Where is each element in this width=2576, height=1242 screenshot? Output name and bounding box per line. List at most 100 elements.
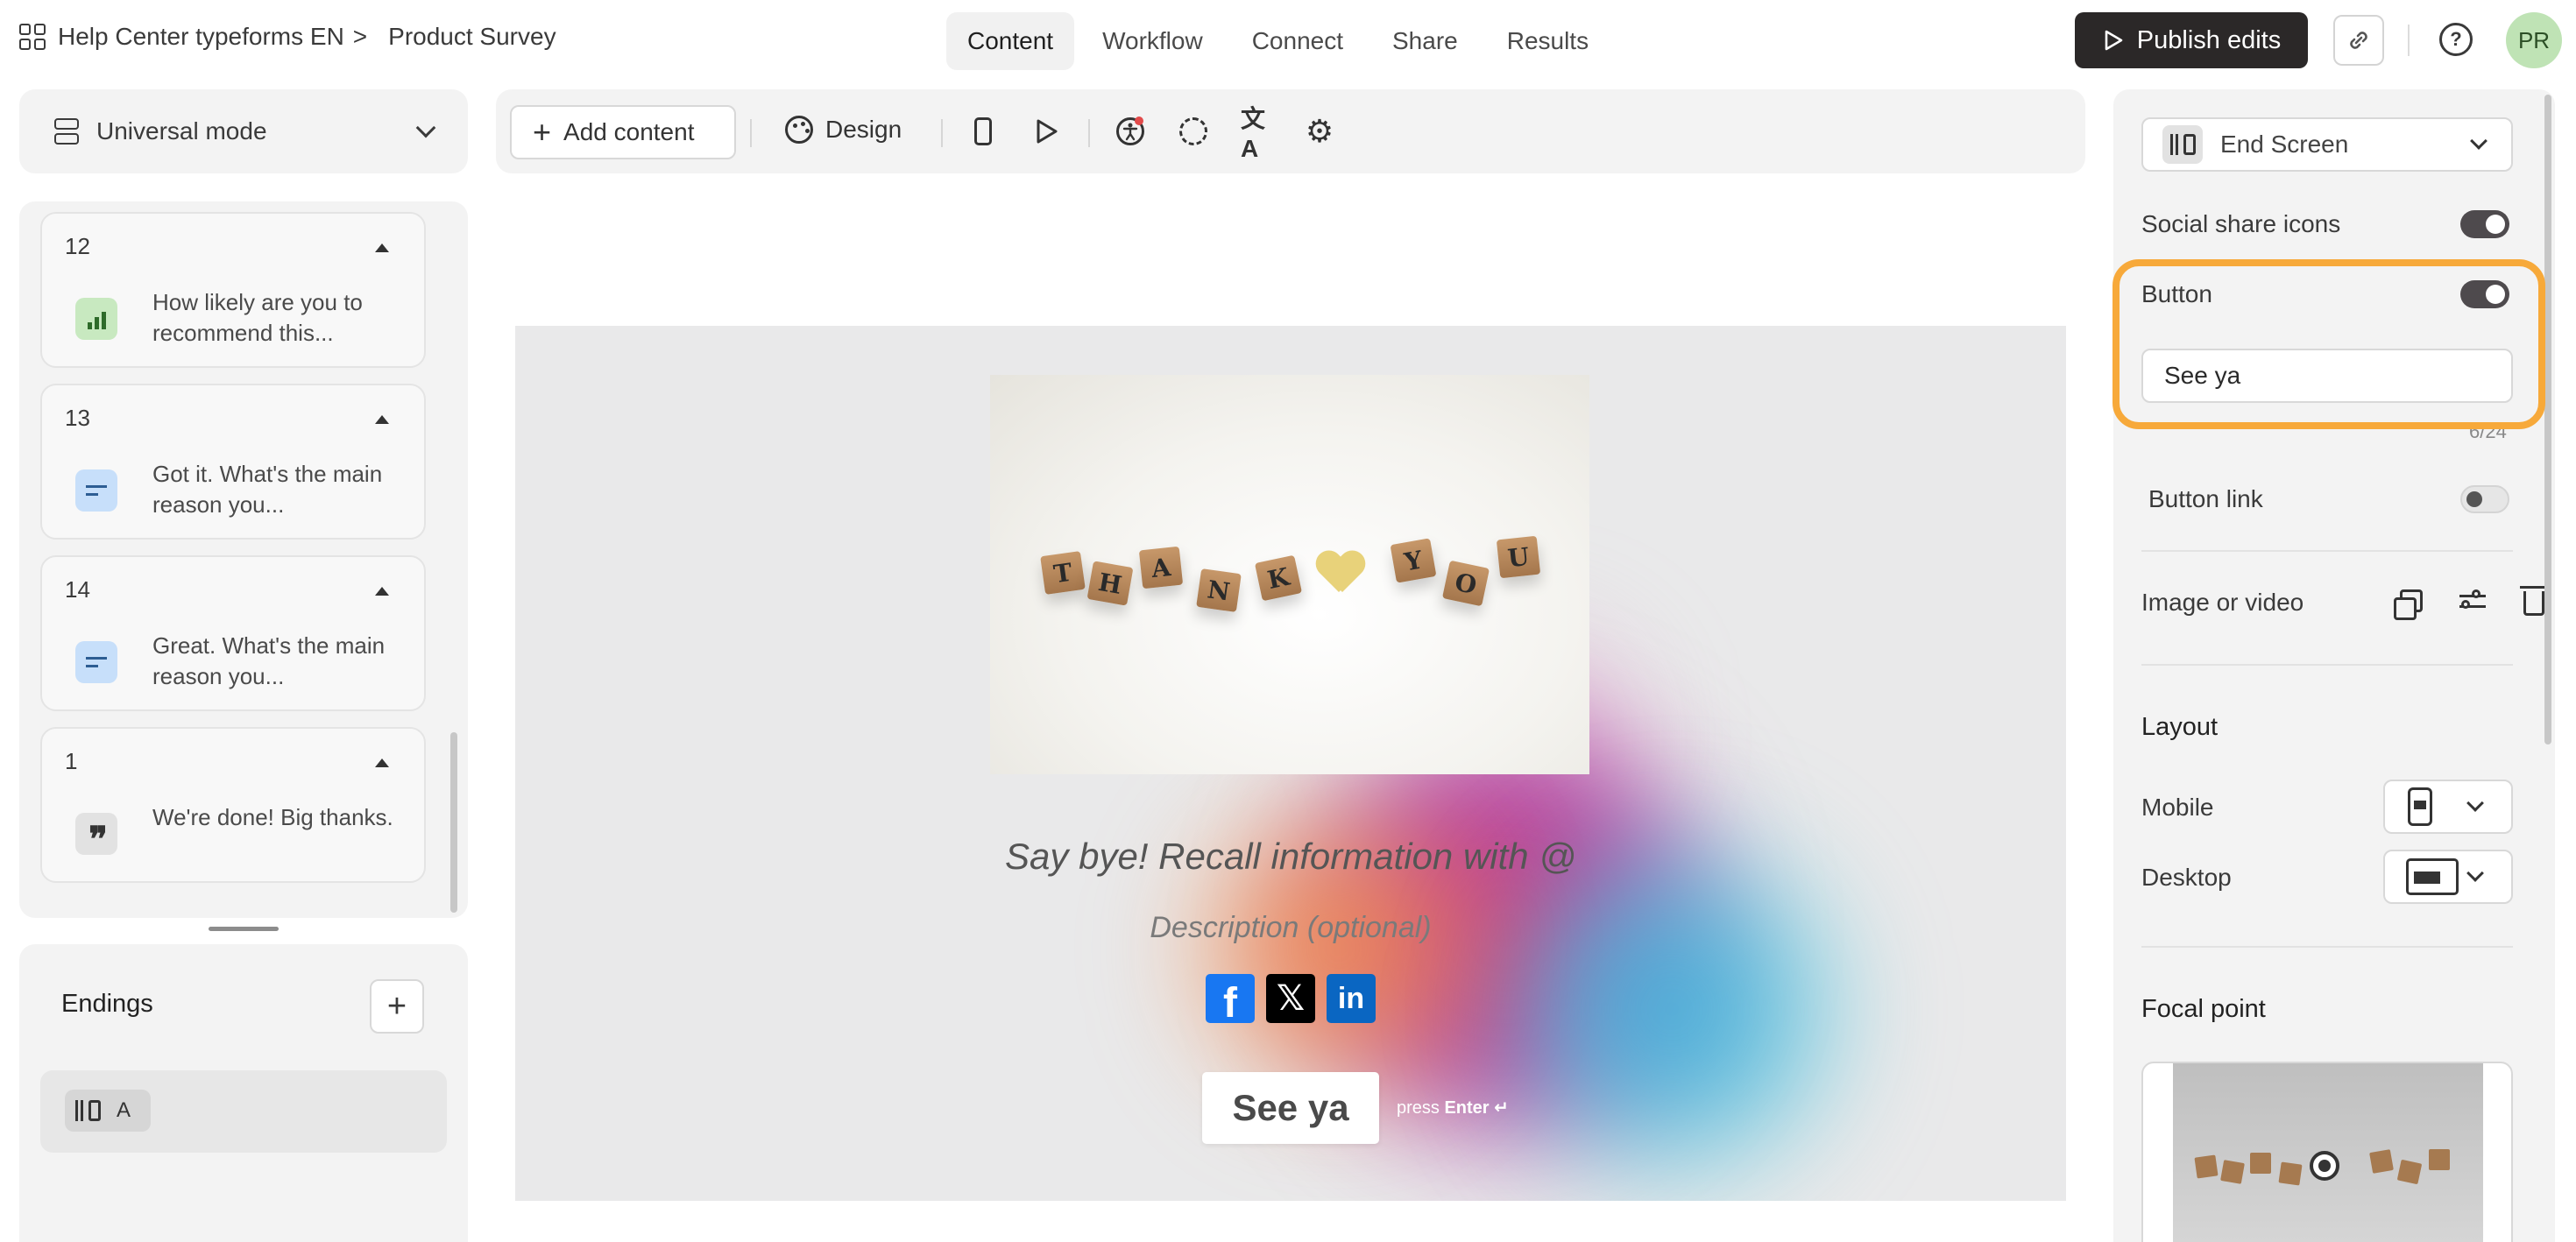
ending-label: A [117, 1098, 131, 1122]
linkedin-icon[interactable]: in [1327, 974, 1376, 1023]
mobile-layout-select[interactable] [2383, 780, 2513, 834]
section-divider [2141, 550, 2513, 552]
breadcrumb-workspace[interactable]: Help Center typeforms EN [58, 23, 344, 51]
breadcrumb-separator: > [352, 23, 368, 50]
play-preview-icon[interactable] [1030, 116, 1062, 147]
question-card[interactable]: 12 How likely are you to recommend this.… [40, 212, 426, 368]
mobile-preview-icon[interactable] [967, 116, 999, 147]
add-ending-button[interactable]: + [370, 979, 424, 1034]
stack-icon [54, 118, 79, 145]
ending-item[interactable]: A [40, 1070, 447, 1153]
link-icon [2350, 32, 2367, 49]
end-screen-button[interactable]: See ya [1202, 1072, 1379, 1144]
replace-media-icon[interactable] [2394, 585, 2427, 620]
desktop-layout-label: Desktop [2141, 864, 2232, 891]
user-avatar[interactable]: PR [2506, 12, 2562, 68]
question-number: 1 [65, 748, 78, 774]
collapse-caret-icon[interactable] [375, 759, 389, 767]
settings-panel-scrollbar[interactable] [2544, 95, 2551, 744]
section-divider [2141, 664, 2513, 666]
facebook-icon[interactable]: f [1206, 974, 1255, 1027]
question-text: How likely are you to recommend this... [152, 289, 363, 346]
focal-point-heading: Focal point [2141, 995, 2266, 1023]
logic-progress-icon[interactable] [1178, 116, 1209, 147]
screen-type-select[interactable]: End Screen [2141, 117, 2513, 172]
question-card[interactable]: 14 Great. What's the main reason you... [40, 555, 426, 711]
toolbar-divider [750, 119, 752, 147]
publish-edits-label: Publish edits [2136, 25, 2282, 54]
tab-share[interactable]: Share [1371, 12, 1479, 70]
chevron-down-icon [415, 117, 436, 138]
letter-tile: K [1254, 554, 1303, 602]
end-screen-description[interactable]: Description (optional) [515, 911, 2066, 945]
design-button[interactable]: Design [785, 116, 902, 144]
ending-chip: A [65, 1090, 151, 1132]
design-label: Design [825, 116, 902, 143]
header-divider [2408, 25, 2410, 56]
add-content-label: Add content [563, 118, 695, 145]
workspaces-grid-icon[interactable] [19, 24, 46, 50]
focal-point-handle[interactable] [2310, 1151, 2339, 1181]
focal-point-image [2173, 1063, 2483, 1242]
toolbar-divider [941, 119, 943, 147]
collapse-caret-icon[interactable] [375, 415, 389, 424]
translate-icon[interactable]: 文A [1241, 105, 1272, 162]
long-text-icon [75, 641, 117, 683]
add-content-button[interactable]: + Add content [510, 105, 736, 159]
x-twitter-icon[interactable]: 𝕏 [1266, 974, 1315, 1023]
adjust-sliders-icon[interactable] [2457, 585, 2488, 617]
top-bar: Help Center typeforms EN > Product Surve… [0, 0, 2576, 81]
layout-heading: Layout [2141, 713, 2219, 741]
letter-tile: A [1138, 546, 1184, 589]
end-screen-title[interactable]: Say bye! Recall information with @ [515, 836, 2066, 878]
gradient-background [1181, 781, 1497, 1114]
endings-title: Endings [61, 990, 153, 1018]
end-screen-image[interactable]: T H A N K Y O U [990, 375, 1589, 774]
button-link-toggle[interactable] [2460, 485, 2509, 513]
end-screen-icon [2162, 125, 2203, 164]
editor-toolbar: + Add content Design 文A ⚙ [496, 89, 2085, 173]
question-text: Great. What's the main reason you... [152, 632, 386, 689]
question-list-scrollbar[interactable] [450, 732, 457, 913]
toolbar-divider [1088, 119, 1090, 147]
question-number: 12 [65, 233, 90, 259]
breadcrumb: Help Center typeforms EN > Product Surve… [19, 23, 556, 51]
tab-content[interactable]: Content [946, 12, 1075, 70]
main-tabs: Content Workflow Connect Share Results [946, 12, 1617, 70]
publish-edits-button[interactable]: Publish edits [2075, 12, 2308, 68]
collapse-caret-icon[interactable] [375, 243, 389, 252]
copy-link-button[interactable] [2333, 15, 2384, 66]
desktop-layout-select[interactable] [2383, 850, 2513, 904]
accessibility-icon[interactable] [1115, 116, 1146, 147]
letter-tile: N [1196, 568, 1242, 612]
mode-selector[interactable]: Universal mode [19, 89, 468, 173]
button-settings-highlight [2112, 259, 2545, 429]
settings-gear-icon[interactable]: ⚙ [1304, 116, 1335, 147]
desktop-layout-icon [2406, 858, 2459, 895]
statement-quote-icon: ❞ [75, 813, 117, 857]
question-card[interactable]: 13 Got it. What's the main reason you... [40, 384, 426, 540]
tab-connect[interactable]: Connect [1231, 12, 1364, 70]
question-card[interactable]: 1 ❞ We're done! Big thanks. [40, 727, 426, 883]
question-text: Got it. What's the main reason you... [152, 461, 383, 518]
letter-tile: U [1496, 535, 1541, 579]
press-label: press [1397, 1098, 1440, 1118]
tab-workflow[interactable]: Workflow [1081, 12, 1224, 70]
thank-you-tiles: T H A N K Y O U [1040, 535, 1551, 612]
letter-tile: T [1040, 551, 1086, 595]
plus-icon: + [533, 114, 552, 150]
question-text: We're done! Big thanks. [152, 804, 393, 830]
panel-resize-handle[interactable] [209, 927, 279, 931]
breadcrumb-form-name[interactable]: Product Survey [388, 23, 556, 51]
end-screen-icon [75, 1099, 101, 1122]
tab-results[interactable]: Results [1486, 12, 1610, 70]
opinion-scale-icon [75, 298, 117, 340]
letter-tile: O [1441, 560, 1490, 607]
collapse-caret-icon[interactable] [375, 587, 389, 596]
question-number: 13 [65, 405, 90, 431]
social-share-toggle[interactable] [2460, 210, 2509, 238]
focal-point-picker[interactable] [2141, 1062, 2513, 1242]
letter-tile: Y [1390, 538, 1437, 583]
social-share-label: Social share icons [2141, 210, 2341, 237]
help-icon[interactable]: ? [2439, 23, 2473, 56]
